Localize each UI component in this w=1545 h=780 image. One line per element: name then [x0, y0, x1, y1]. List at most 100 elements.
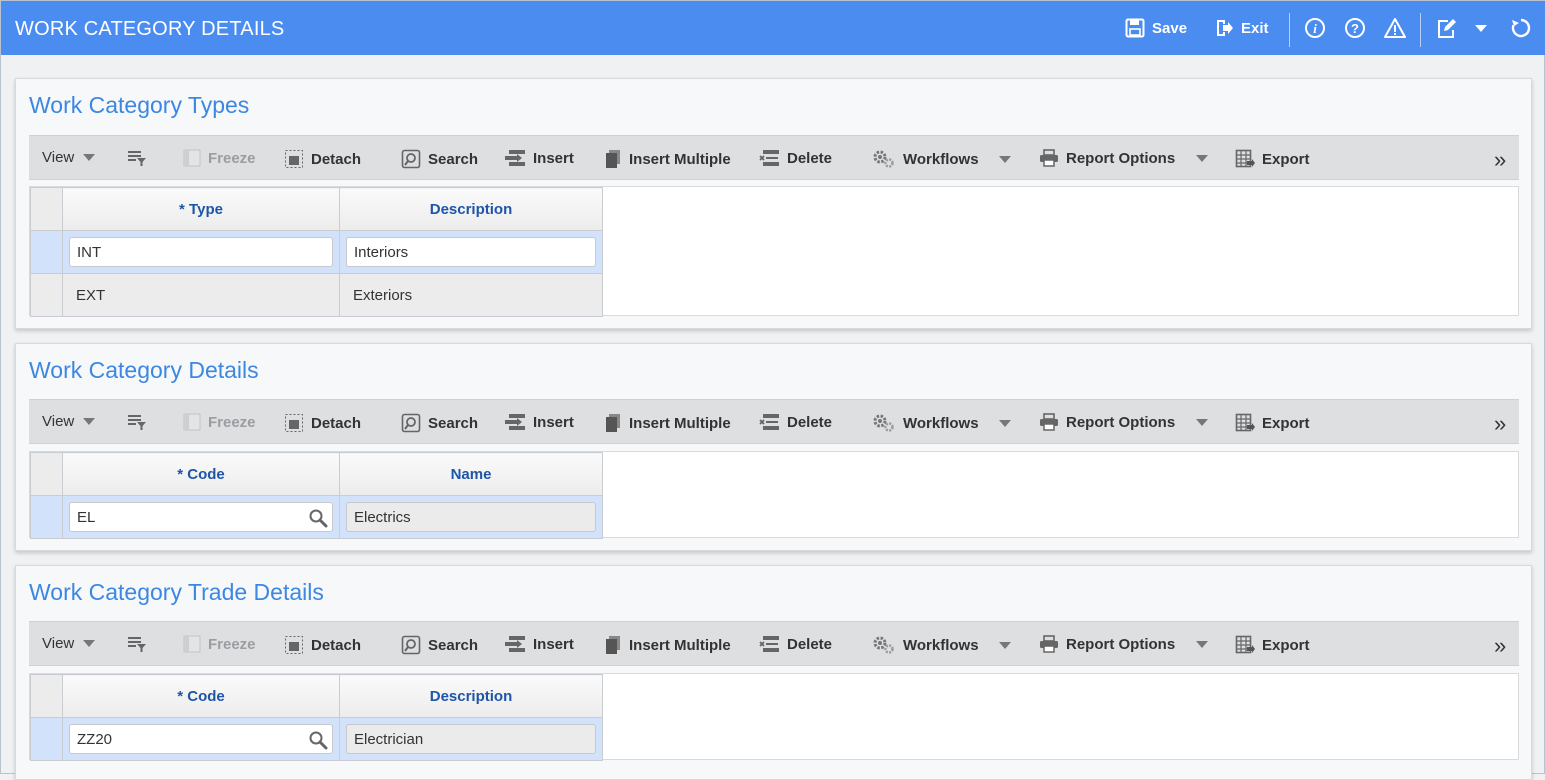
- insert-multiple-button[interactable]: Insert Multiple: [604, 149, 731, 169]
- freeze-button[interactable]: Freeze: [183, 413, 256, 431]
- chevron-down-icon: [1196, 640, 1209, 648]
- table-header-row: * Type Description: [30, 187, 603, 231]
- code-input[interactable]: ZZ20: [77, 731, 112, 748]
- freeze-icon: [183, 635, 201, 653]
- code-lookup-field[interactable]: EL: [69, 502, 333, 532]
- insert-multiple-button[interactable]: Insert Multiple: [604, 413, 731, 433]
- search-icon[interactable]: [308, 508, 328, 528]
- view-menu[interactable]: View: [42, 149, 95, 166]
- printer-icon: [1040, 635, 1058, 653]
- filter-button[interactable]: [127, 149, 154, 167]
- view-menu[interactable]: View: [42, 413, 95, 430]
- search-button[interactable]: Search: [401, 413, 478, 433]
- insert-label: Insert: [533, 413, 574, 431]
- delete-button[interactable]: Delete: [758, 635, 832, 653]
- panel-title: Work Category Trade Details: [29, 579, 324, 605]
- insert-button[interactable]: Insert: [504, 635, 574, 653]
- code-cell[interactable]: ZZ20: [62, 717, 340, 761]
- delete-button[interactable]: Delete: [758, 149, 832, 167]
- exit-button[interactable]: Exit: [1214, 18, 1269, 38]
- overflow-chevron-icon[interactable]: »: [1494, 147, 1506, 173]
- search-button[interactable]: Search: [401, 149, 478, 169]
- export-button[interactable]: Export: [1235, 413, 1310, 433]
- type-cell[interactable]: INT: [62, 230, 340, 274]
- table-row[interactable]: INT Interiors: [30, 230, 603, 274]
- details-grid: * Code Name EL Electrics: [29, 451, 1519, 539]
- filter-button[interactable]: [127, 635, 154, 653]
- column-header[interactable]: Name: [339, 452, 603, 496]
- report-options-menu[interactable]: Report Options: [1039, 635, 1209, 653]
- insert-button[interactable]: Insert: [504, 149, 574, 167]
- description-cell[interactable]: Interiors: [339, 230, 603, 274]
- type-cell[interactable]: EXT: [62, 273, 340, 317]
- code-lookup-field[interactable]: ZZ20: [69, 724, 333, 754]
- insert-multiple-label: Insert Multiple: [629, 150, 731, 168]
- table-row[interactable]: EXT Exteriors: [30, 273, 603, 317]
- save-label: Save: [1152, 19, 1188, 37]
- gears-icon: [873, 414, 894, 432]
- code-cell[interactable]: EL: [62, 495, 340, 539]
- detach-label: Detach: [311, 150, 362, 168]
- chevron-down-icon: [1196, 154, 1209, 162]
- overflow-chevron-icon[interactable]: »: [1494, 411, 1506, 437]
- delete-icon: [759, 150, 779, 166]
- freeze-button[interactable]: Freeze: [183, 149, 256, 167]
- search-icon[interactable]: [308, 730, 328, 750]
- overflow-chevron-icon[interactable]: »: [1494, 633, 1506, 659]
- export-button[interactable]: Export: [1235, 635, 1310, 655]
- row-selector[interactable]: [30, 273, 63, 317]
- info-icon[interactable]: i: [1304, 17, 1326, 39]
- column-header[interactable]: * Code: [62, 452, 340, 496]
- report-options-menu[interactable]: Report Options: [1039, 413, 1209, 431]
- workflows-menu[interactable]: Workflows: [872, 149, 1012, 169]
- report-options-menu[interactable]: Report Options: [1039, 149, 1209, 167]
- view-label: View: [42, 635, 75, 652]
- type-input[interactable]: INT: [69, 237, 333, 267]
- table-row[interactable]: ZZ20 Electrician: [30, 717, 603, 761]
- detach-icon: [285, 636, 303, 654]
- search-label: Search: [428, 414, 479, 432]
- printer-icon: [1040, 413, 1058, 431]
- detach-button[interactable]: Detach: [284, 635, 361, 655]
- row-selector-header: [30, 187, 63, 231]
- workflows-menu[interactable]: Workflows: [872, 635, 1012, 655]
- column-header[interactable]: * Type: [62, 187, 340, 231]
- column-header[interactable]: Description: [339, 674, 603, 718]
- warning-icon[interactable]: [1384, 17, 1406, 39]
- column-header[interactable]: Description: [339, 187, 603, 231]
- search-icon: [401, 413, 421, 433]
- view-menu[interactable]: View: [42, 635, 95, 652]
- detach-button[interactable]: Detach: [284, 149, 361, 169]
- chevron-down-icon: [1196, 418, 1209, 426]
- detach-button[interactable]: Detach: [284, 413, 361, 433]
- exit-icon: [1217, 20, 1233, 36]
- description-input[interactable]: Interiors: [346, 237, 596, 267]
- grid-toolbar: View Freeze Detach Search Insert Insert …: [29, 621, 1519, 666]
- save-button[interactable]: Save: [1125, 18, 1187, 38]
- insert-multiple-button[interactable]: Insert Multiple: [604, 635, 731, 655]
- description-cell[interactable]: Electrician: [339, 717, 603, 761]
- search-button[interactable]: Search: [401, 635, 478, 655]
- column-header[interactable]: * Code: [62, 674, 340, 718]
- chevron-down-icon[interactable]: [1475, 25, 1487, 32]
- chevron-down-icon: [82, 418, 95, 425]
- report-options-label: Report Options: [1066, 413, 1176, 431]
- freeze-button[interactable]: Freeze: [183, 635, 256, 653]
- delete-button[interactable]: Delete: [758, 413, 832, 431]
- code-input[interactable]: EL: [77, 509, 95, 526]
- row-selector[interactable]: [30, 495, 63, 539]
- insert-button[interactable]: Insert: [504, 413, 574, 431]
- name-cell[interactable]: Electrics: [339, 495, 603, 539]
- workflows-menu[interactable]: Workflows: [872, 413, 1012, 433]
- refresh-icon[interactable]: [1510, 17, 1532, 39]
- description-cell[interactable]: Exteriors: [339, 273, 603, 317]
- filter-button[interactable]: [127, 413, 154, 431]
- row-selector[interactable]: [30, 230, 63, 274]
- row-selector[interactable]: [30, 717, 63, 761]
- workflows-label: Workflows: [903, 636, 979, 654]
- edit-notes-icon[interactable]: [1435, 17, 1457, 39]
- help-icon[interactable]: ?: [1344, 17, 1366, 39]
- chevron-down-icon: [82, 154, 95, 161]
- table-row[interactable]: EL Electrics: [30, 495, 603, 539]
- export-button[interactable]: Export: [1235, 149, 1310, 169]
